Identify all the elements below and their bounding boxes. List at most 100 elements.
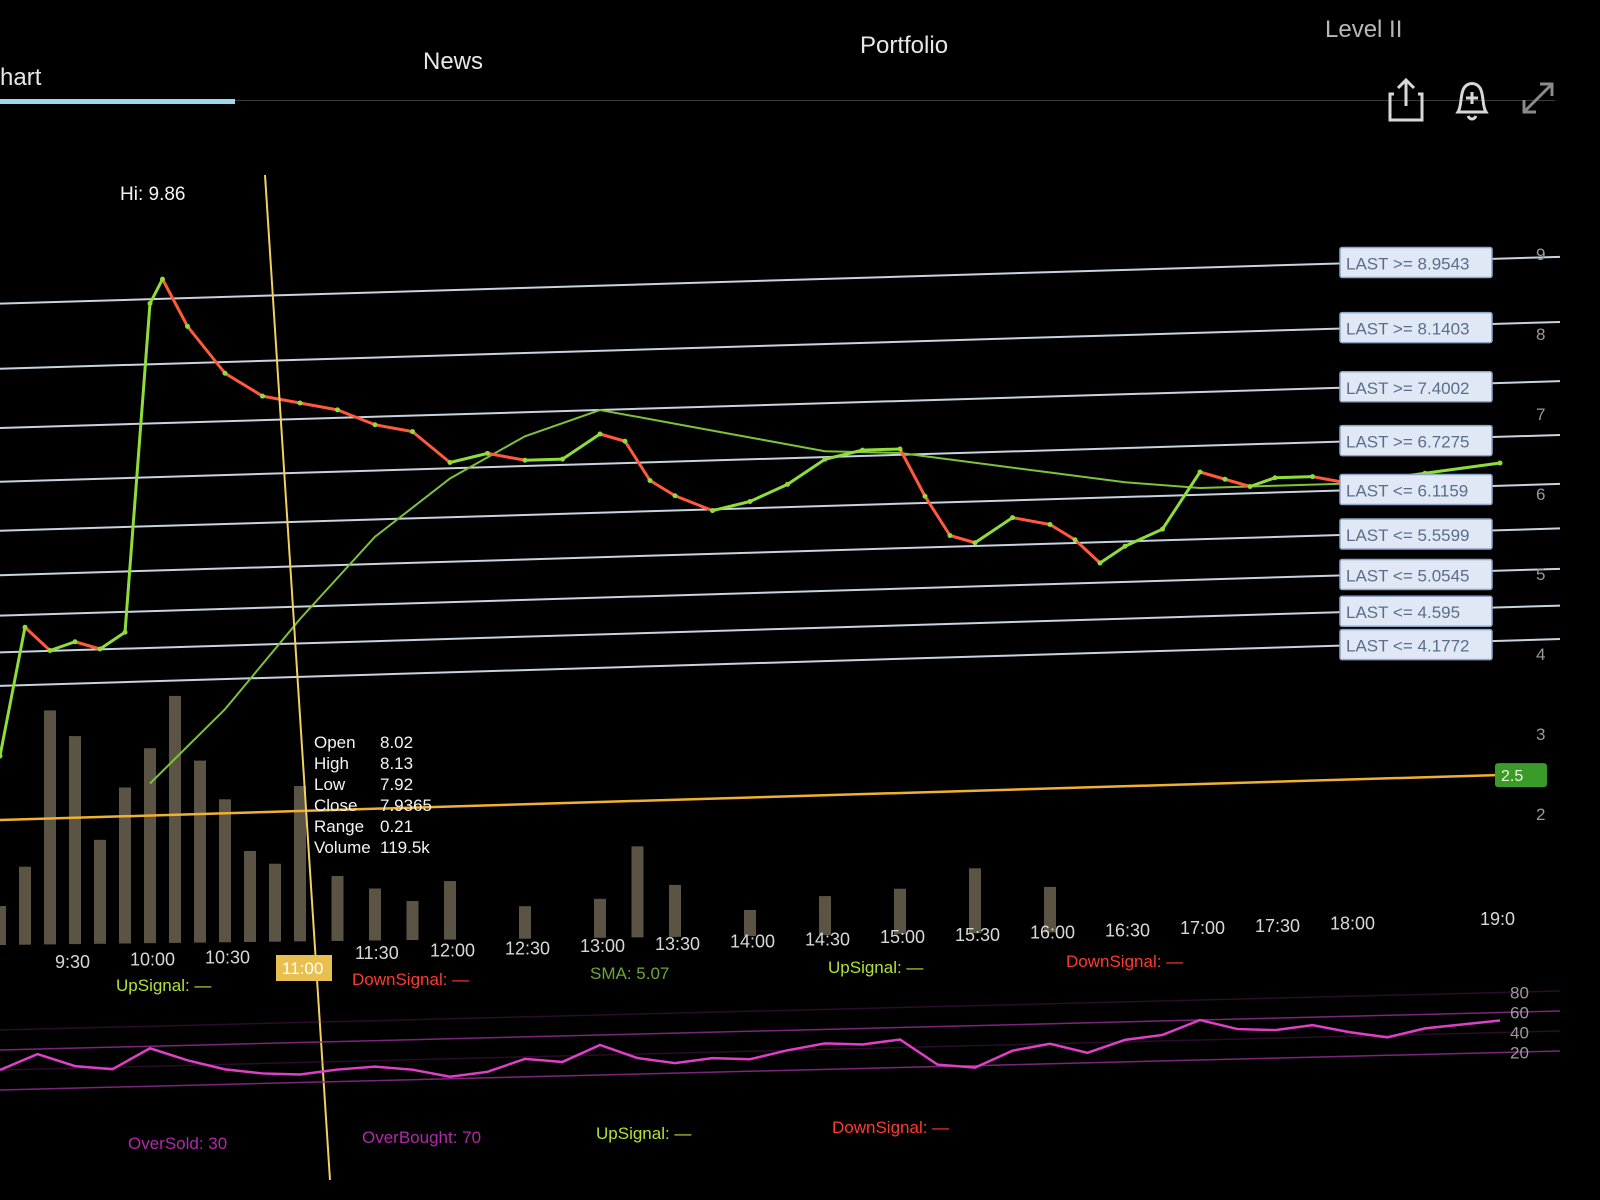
price-point	[72, 639, 78, 645]
rsi-level-line	[0, 1030, 1561, 1071]
price-segment	[862, 447, 901, 452]
rsi-level-label: 60	[1510, 1003, 1529, 1022]
price-point	[785, 481, 790, 487]
price-segment	[1099, 545, 1126, 565]
price-point	[622, 438, 628, 444]
y-tick-label: 8	[1536, 325, 1545, 344]
alert-lines	[0, 255, 1561, 687]
volume-bar	[969, 868, 981, 934]
price-point	[522, 457, 528, 463]
y-tick-label: 3	[1536, 725, 1545, 744]
x-tick-label: 14:00	[730, 932, 775, 952]
price-segment	[1049, 523, 1076, 542]
alert-label[interactable]: LAST >= 8.1403	[1339, 311, 1493, 344]
x-tick-label: 10:00	[130, 950, 175, 970]
price-line	[0, 276, 1503, 759]
price-point	[560, 456, 565, 462]
volume-bar	[244, 851, 256, 942]
price-point	[822, 456, 828, 462]
sma-line	[149, 408, 1351, 785]
alert-label[interactable]: LAST <= 5.5599	[1339, 518, 1493, 550]
price-point	[1222, 476, 1228, 482]
x-tick-label: 14:30	[805, 929, 850, 949]
last-price-line	[0, 773, 1501, 822]
price-segment	[186, 325, 227, 375]
price-point	[335, 407, 340, 413]
alert-label-text: LAST >= 7.4002	[1346, 379, 1470, 398]
rsi-level-line	[0, 990, 1561, 1031]
price-point	[1310, 474, 1315, 480]
volume-bar	[194, 760, 206, 943]
price-segment	[99, 631, 126, 651]
price-point	[0, 753, 3, 759]
price-point	[747, 499, 753, 504]
x-tick-label: 12:30	[505, 938, 550, 958]
alert-label[interactable]: LAST <= 6.1159	[1339, 473, 1493, 506]
price-segment	[786, 458, 826, 486]
price-point	[672, 493, 678, 499]
price-segment	[49, 640, 76, 652]
alert-label[interactable]: LAST <= 4.595	[1339, 595, 1493, 627]
volume-bar	[44, 710, 56, 945]
price-segment	[487, 451, 526, 462]
price-point	[922, 493, 928, 499]
alert-label[interactable]: LAST >= 7.4002	[1339, 371, 1493, 403]
price-segment	[649, 479, 676, 498]
x-tick-label: 15:30	[955, 925, 1000, 945]
rsi-level-label: 40	[1510, 1023, 1529, 1042]
price-point	[1497, 460, 1503, 466]
oversold-label: OverSold: 30	[128, 1134, 228, 1153]
volume-bar	[94, 839, 106, 944]
alert-label-text: LAST >= 8.9543	[1346, 254, 1470, 273]
price-point	[947, 533, 953, 538]
ohlc-row-range: Range 0.21	[314, 817, 414, 836]
y-tick-label: 6	[1536, 485, 1545, 504]
alert-label[interactable]: LAST >= 6.7275	[1339, 424, 1493, 457]
price-point	[1072, 537, 1078, 543]
price-point	[647, 478, 653, 483]
x-tick-label: 16:30	[1105, 920, 1150, 940]
volume-bar	[19, 866, 31, 945]
price-point	[22, 624, 28, 630]
volume-bar	[519, 906, 531, 939]
ohlc-row-volume: Volume 119.5k	[314, 838, 430, 857]
price-point	[372, 422, 378, 428]
volume-bar	[294, 786, 306, 942]
price-chart[interactable]: 2.5 11:00 LAST >= 8.9543LAST >= 8.1403LA…	[0, 0, 1600, 1200]
price-segment	[1012, 516, 1051, 526]
rsi-level-line	[0, 1010, 1561, 1051]
price-point	[1272, 475, 1278, 481]
price-segment	[224, 371, 264, 398]
alert-label-text: LAST >= 6.7275	[1346, 433, 1470, 452]
price-segment	[0, 626, 27, 757]
volume-bar	[669, 884, 681, 937]
price-segment	[23, 626, 52, 652]
price-point	[1197, 469, 1203, 475]
ohlc-row-high: High 8.13	[314, 754, 414, 773]
x-tick-label: 10:30	[205, 947, 250, 967]
ohlc-row-low: Low 7.92	[314, 775, 414, 794]
alert-label[interactable]: LAST <= 4.1772	[1339, 628, 1493, 661]
alert-line	[0, 567, 1561, 617]
alert-label-text: LAST <= 4.1772	[1346, 637, 1470, 656]
price-point	[160, 276, 165, 282]
x-tick-label: 11:30	[355, 943, 399, 963]
y-tick-label: 7	[1536, 405, 1545, 424]
sma-label: SMA: 5.07	[590, 964, 670, 983]
price-point	[410, 429, 415, 435]
alert-line	[0, 320, 1561, 370]
x-tick-label: 19:0	[1480, 909, 1515, 929]
x-tick-label: 15:00	[880, 927, 925, 947]
volume-bar	[269, 863, 281, 942]
alert-label[interactable]: LAST <= 5.0545	[1339, 558, 1493, 591]
price-segment	[524, 457, 563, 462]
alert-label-text: LAST <= 5.0545	[1346, 566, 1470, 585]
alert-labels[interactable]: LAST >= 8.9543 LAST >= 8.1403 LAST >= 7.40…	[1339, 246, 1493, 661]
ohlc-row-open: Open 8.02	[314, 733, 414, 752]
y-tick-label: 2	[1536, 805, 1545, 824]
alert-label[interactable]: LAST >= 8.9543	[1339, 246, 1493, 279]
price-point	[47, 648, 53, 653]
volume-bar	[631, 846, 644, 938]
rsi-level-label: 20	[1510, 1043, 1529, 1062]
price-point	[1010, 515, 1015, 521]
